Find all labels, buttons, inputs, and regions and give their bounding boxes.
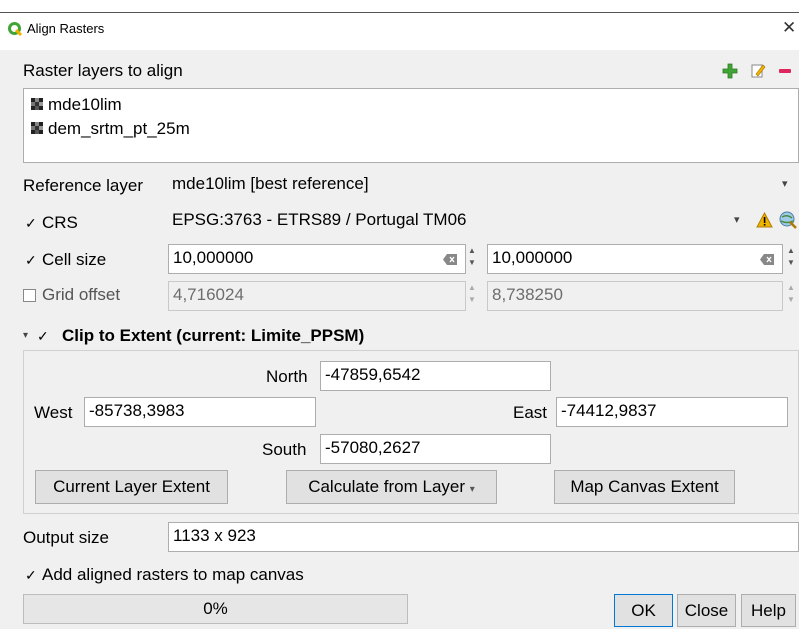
cell-size-checkbox[interactable]: ✓: [25, 253, 37, 267]
calculate-from-layer-button[interactable]: Calculate from Layer ▾: [286, 470, 497, 504]
raster-layer-icon: [31, 98, 43, 110]
close-icon[interactable]: ✕: [782, 18, 796, 38]
step-up-icon[interactable]: ▲: [468, 283, 476, 292]
grid-offset-y-stepper[interactable]: ▲ ▼: [785, 281, 797, 311]
raster-layer-icon: [31, 122, 43, 134]
north-value: -47859,6542: [325, 365, 421, 384]
cell-size-y-value: 10,000000: [492, 248, 573, 267]
output-size-field: 1133 x 923: [168, 522, 799, 552]
dropdown-arrow-icon: ▾: [469, 484, 475, 495]
south-value: -57080,2627: [325, 438, 421, 457]
raster-layers-label: Raster layers to align: [23, 61, 183, 80]
add-to-canvas-label: Add aligned rasters to map canvas: [42, 565, 304, 584]
close-button[interactable]: Close: [677, 594, 736, 627]
grid-offset-y-input[interactable]: 8,738250: [487, 281, 783, 311]
progress-bar: 0%: [23, 594, 408, 624]
qgis-logo-icon: [8, 22, 22, 36]
collapse-arrow-icon[interactable]: ▾: [23, 330, 28, 341]
crs-checkbox[interactable]: ✓: [25, 216, 37, 230]
chevron-down-icon: ▾: [782, 178, 788, 190]
cell-size-y-stepper[interactable]: ▲ ▼: [785, 244, 797, 274]
list-item[interactable]: dem_srtm_pt_25m: [48, 119, 190, 139]
north-label: North: [266, 367, 308, 386]
grid-offset-y-value: 8,738250: [492, 285, 563, 304]
step-down-icon[interactable]: ▼: [787, 258, 795, 267]
west-value: -85738,3983: [89, 401, 185, 420]
south-label: South: [262, 440, 307, 459]
edit-layer-icon[interactable]: [750, 62, 766, 79]
reference-layer-value: mde10lim [best reference]: [172, 174, 369, 193]
crs-value: EPSG:3763 - ETRS89 / Portugal TM06: [172, 210, 467, 229]
step-up-icon[interactable]: ▲: [468, 246, 476, 255]
step-down-icon[interactable]: ▼: [468, 295, 476, 304]
clear-icon[interactable]: [760, 254, 774, 265]
grid-offset-x-input[interactable]: 4,716024: [168, 281, 466, 311]
add-layer-icon[interactable]: [722, 63, 738, 79]
crs-select[interactable]: EPSG:3763 - ETRS89 / Portugal TM06 ▾: [168, 207, 748, 237]
title-bar: [0, 0, 799, 50]
grid-offset-x-stepper[interactable]: ▲ ▼: [466, 281, 478, 311]
step-up-icon[interactable]: ▲: [787, 246, 795, 255]
remove-layer-icon[interactable]: [778, 67, 792, 75]
south-input[interactable]: -57080,2627: [320, 434, 551, 464]
grid-offset-checkbox[interactable]: [23, 289, 36, 302]
ok-button[interactable]: OK: [614, 594, 673, 627]
west-input[interactable]: -85738,3983: [84, 397, 316, 427]
warning-icon: [756, 212, 773, 228]
step-down-icon[interactable]: ▼: [468, 258, 476, 267]
help-button[interactable]: Help: [741, 594, 796, 627]
reference-layer-select[interactable]: mde10lim [best reference] ▾: [168, 171, 799, 201]
east-value: -74412,9837: [561, 401, 657, 420]
calculate-from-layer-label: Calculate from Layer: [308, 477, 466, 496]
clear-icon[interactable]: [443, 254, 457, 265]
grid-offset-label: Grid offset: [42, 285, 121, 304]
raster-layers-list[interactable]: mde10lim dem_srtm_pt_25m: [23, 88, 799, 163]
crs-selector-icon[interactable]: [778, 210, 798, 230]
window-title: Align Rasters: [27, 21, 105, 36]
current-layer-extent-button[interactable]: Current Layer Extent: [35, 470, 228, 504]
cell-size-y-input[interactable]: 10,000000: [487, 244, 783, 274]
window-border: [0, 12, 799, 13]
east-input[interactable]: -74412,9837: [556, 397, 788, 427]
step-down-icon[interactable]: ▼: [787, 295, 795, 304]
reference-layer-label: Reference layer: [23, 176, 144, 195]
map-canvas-extent-button[interactable]: Map Canvas Extent: [554, 470, 735, 504]
east-label: East: [513, 403, 548, 422]
grid-offset-x-value: 4,716024: [173, 285, 244, 304]
crs-label: CRS: [42, 213, 78, 232]
step-up-icon[interactable]: ▲: [787, 283, 795, 292]
clip-checkbox[interactable]: ✓: [37, 329, 49, 343]
output-size-label: Output size: [23, 528, 109, 547]
output-size-value: 1133 x 923: [173, 526, 256, 545]
list-item[interactable]: mde10lim: [48, 95, 122, 115]
cell-size-x-stepper[interactable]: ▲ ▼: [466, 244, 478, 274]
cell-size-x-value: 10,000000: [173, 248, 254, 267]
progress-text: 0%: [203, 599, 228, 618]
chevron-down-icon: ▾: [734, 214, 740, 226]
cell-size-x-input[interactable]: 10,000000: [168, 244, 466, 274]
west-label: West: [34, 403, 73, 422]
clip-extent-title: Clip to Extent (current: Limite_PPSM): [62, 326, 365, 345]
cell-size-label: Cell size: [42, 250, 107, 269]
add-to-canvas-checkbox[interactable]: ✓: [25, 568, 37, 582]
north-input[interactable]: -47859,6542: [320, 361, 551, 391]
